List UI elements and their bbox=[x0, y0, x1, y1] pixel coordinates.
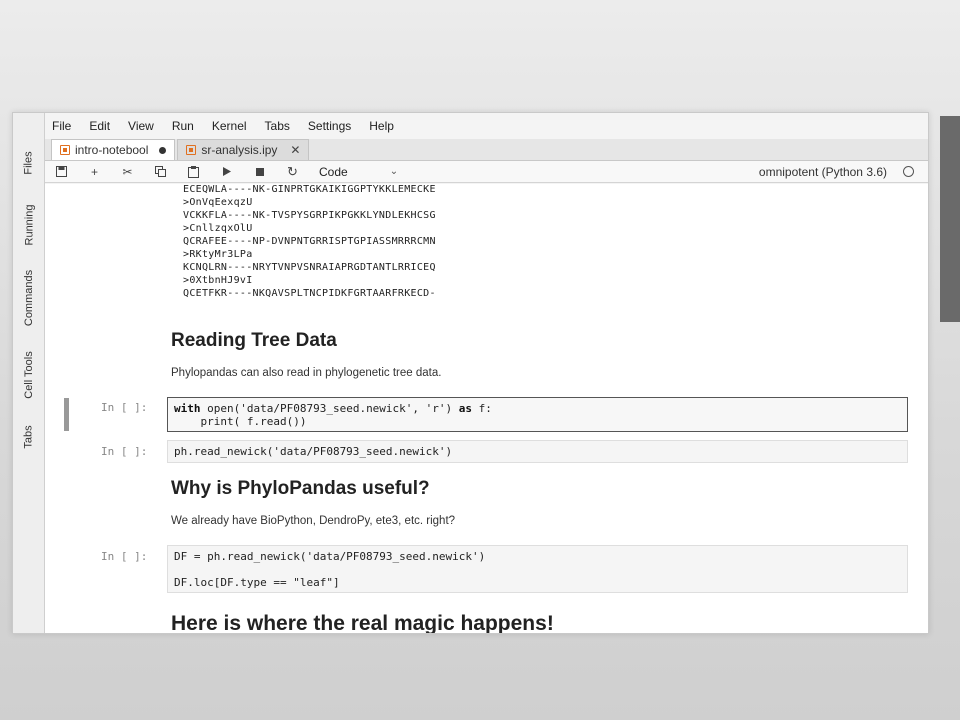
output-line: >OnVqEexqzU bbox=[183, 197, 253, 208]
menu-kernel[interactable]: Kernel bbox=[203, 119, 256, 133]
jupyterlab-window: Files Running Commands Cell Tools Tabs F… bbox=[12, 112, 929, 634]
notebook-content[interactable]: ECEQWLA----NK-GINPRTGKAIKIGGPTYKKLEMECKE… bbox=[45, 184, 928, 633]
left-sidebar: Files Running Commands Cell Tools Tabs bbox=[13, 113, 45, 633]
cell-type-select[interactable]: Code ⌄ bbox=[319, 165, 398, 179]
output-line: >RKtyMr3LPa bbox=[183, 249, 253, 260]
output-line: ECEQWLA----NK-GINPRTGKAIKIGGPTYKKLEMECKE bbox=[183, 184, 436, 195]
chevron-down-icon: ⌄ bbox=[389, 166, 399, 177]
run-button[interactable] bbox=[210, 161, 243, 183]
save-icon bbox=[56, 166, 67, 177]
menu-edit[interactable]: Edit bbox=[80, 119, 119, 133]
notebook-toolbar: + ✂ ↻ Code ⌄ omnipotent (Python 3.6) bbox=[45, 161, 928, 183]
output-line: VCKKFLA----NK-TVSPYSGRPIKPGKKLYNDLEKHCSG bbox=[183, 210, 436, 221]
section-heading-why-phylopandas: Why is PhyloPandas useful? bbox=[171, 478, 430, 499]
active-cell-indicator[interactable] bbox=[64, 398, 69, 431]
copy-button[interactable] bbox=[144, 161, 177, 183]
tab-sr-analysis[interactable]: sr-analysis.ipy ✕ bbox=[177, 139, 310, 160]
notebook-icon bbox=[60, 145, 70, 155]
cell-type-value: Code bbox=[319, 164, 348, 179]
cell-prompt: In [ ]: bbox=[101, 401, 148, 414]
cell-prompt: In [ ]: bbox=[101, 550, 148, 563]
output-line: QCRAFEE----NP-DVNPNTGRRISPTGPIASSMRRRCMN bbox=[183, 236, 436, 247]
play-icon bbox=[222, 167, 231, 176]
code-line: with open('data/PF08793_seed.newick', 'r… bbox=[174, 402, 492, 415]
code-cell-read-newick[interactable]: ph.read_newick('data/PF08793_seed.newick… bbox=[167, 440, 908, 463]
copy-icon bbox=[155, 166, 166, 177]
menu-view[interactable]: View bbox=[119, 119, 163, 133]
section-text: Phylopandas can also read in phylogeneti… bbox=[171, 367, 442, 379]
tab-label: sr-analysis.ipy bbox=[201, 143, 278, 157]
close-icon[interactable]: ✕ bbox=[290, 143, 300, 157]
output-line: >0XtbnHJ9vI bbox=[183, 275, 253, 286]
cut-button[interactable]: ✂ bbox=[111, 161, 144, 183]
menu-bar: File Edit View Run Kernel Tabs Settings … bbox=[45, 113, 928, 139]
sidebar-tab-running[interactable]: Running bbox=[13, 197, 45, 253]
sidebar-tab-cell-tools[interactable]: Cell Tools bbox=[13, 345, 45, 405]
section-heading-magic: Here is where the real magic happens! bbox=[171, 612, 554, 633]
sidebar-tab-commands[interactable]: Commands bbox=[13, 261, 45, 335]
refresh-icon: ↻ bbox=[287, 163, 298, 179]
code-line: DF.loc[DF.type == "leaf"] bbox=[174, 576, 340, 589]
code-cell-open-newick[interactable]: with open('data/PF08793_seed.newick', 'r… bbox=[167, 397, 908, 432]
output-line: KCNQLRN----NRYTVNPVSNRAIAPRGDTANTLRRICEQ bbox=[183, 262, 436, 273]
menu-settings[interactable]: Settings bbox=[299, 119, 360, 133]
sidebar-tab-tabs[interactable]: Tabs bbox=[13, 415, 45, 459]
menu-file[interactable]: File bbox=[45, 119, 80, 133]
stop-icon bbox=[255, 167, 264, 176]
paste-button[interactable] bbox=[177, 161, 210, 183]
output-line: >CnllzqxOlU bbox=[183, 223, 253, 234]
insert-cell-button[interactable]: + bbox=[78, 161, 111, 183]
document-tab-bar: intro-notebool sr-analysis.ipy ✕ bbox=[45, 139, 928, 161]
menu-run[interactable]: Run bbox=[163, 119, 203, 133]
kernel-name[interactable]: omnipotent (Python 3.6) bbox=[759, 165, 887, 179]
right-side-panel bbox=[940, 116, 960, 322]
scissors-icon: ✂ bbox=[122, 164, 133, 179]
cell-prompt: In [ ]: bbox=[101, 445, 148, 458]
plus-icon: + bbox=[90, 164, 98, 179]
paste-icon bbox=[188, 165, 199, 178]
output-line: QCETFKR----NKQAVSPLTNCPIDKFGRTAARFRKECD- bbox=[183, 288, 436, 299]
code-line: print( f.read()) bbox=[174, 415, 307, 428]
section-heading-reading-tree-data: Reading Tree Data bbox=[171, 330, 337, 351]
save-button[interactable] bbox=[45, 161, 78, 183]
code-cell-dataframe[interactable]: DF = ph.read_newick('data/PF08793_seed.n… bbox=[167, 545, 908, 593]
stop-button[interactable] bbox=[243, 161, 276, 183]
sidebar-tab-files[interactable]: Files bbox=[13, 141, 45, 185]
kernel-status-icon bbox=[903, 166, 914, 177]
menu-tabs[interactable]: Tabs bbox=[256, 119, 299, 133]
code-line: DF = ph.read_newick('data/PF08793_seed.n… bbox=[174, 550, 486, 563]
restart-button[interactable]: ↻ bbox=[276, 161, 309, 183]
unsaved-dot-icon[interactable] bbox=[159, 146, 167, 154]
tab-label: intro-notebool bbox=[75, 143, 149, 157]
code-line: ph.read_newick('data/PF08793_seed.newick… bbox=[174, 445, 453, 458]
notebook-icon bbox=[186, 145, 197, 155]
tab-intro-notebook[interactable]: intro-notebool bbox=[51, 139, 176, 160]
menu-help[interactable]: Help bbox=[360, 119, 403, 133]
section-text: We already have BioPython, DendroPy, ete… bbox=[171, 515, 456, 527]
